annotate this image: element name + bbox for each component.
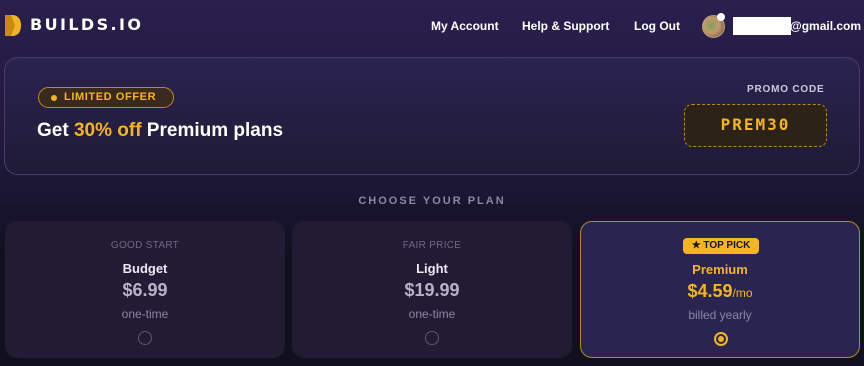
plan-tag: GOOD START <box>110 240 180 251</box>
plan-price: $6.99 <box>122 280 168 300</box>
promo-banner: LIMITED OFFER Get 30% off Premium plans … <box>4 57 860 175</box>
plan-billing: billed yearly <box>688 308 752 322</box>
plan-name: Premium <box>692 262 748 277</box>
avatar-status-dot <box>717 13 725 21</box>
banner-title-highlight: 30% off <box>73 120 142 141</box>
plan-radio-budget[interactable] <box>138 331 152 345</box>
promo-code-label: PROMO CODE <box>747 84 825 95</box>
limited-offer-badge: LIMITED OFFER <box>38 87 174 108</box>
plan-radio-premium[interactable] <box>714 332 728 346</box>
plan-billing: one-time <box>121 307 169 321</box>
plan-radio-light[interactable] <box>425 331 439 345</box>
plan-price-amount: $4.59 <box>687 281 733 301</box>
top-header: BUILDS.IO My Account Help & Support Log … <box>0 0 864 54</box>
limited-offer-label: LIMITED OFFER <box>64 91 157 103</box>
builds-logo-icon[interactable] <box>5 15 21 36</box>
promo-code-box[interactable]: PREM30 <box>684 104 827 147</box>
email-redaction <box>733 17 791 35</box>
plan-tag: FAIR PRICE <box>402 240 462 251</box>
nav-my-account[interactable]: My Account <box>431 19 499 33</box>
banner-title-pre: Get <box>37 120 74 141</box>
nav-log-out[interactable]: Log Out <box>634 19 680 33</box>
nav-help-support[interactable]: Help & Support <box>522 19 609 33</box>
plan-name: Light <box>416 261 448 276</box>
badge-dot-icon <box>51 95 57 101</box>
brand-name[interactable]: BUILDS.IO <box>30 15 143 34</box>
plan-card-premium[interactable]: ★ TOP PICK Premium $4.59/mo billed yearl… <box>580 221 860 358</box>
choose-plan-heading: CHOOSE YOUR PLAN <box>358 195 506 207</box>
plan-card-light[interactable]: FAIR PRICE Light $19.99 one-time <box>292 221 572 358</box>
top-pick-badge: ★ TOP PICK <box>683 238 759 254</box>
plan-billing: one-time <box>408 307 456 321</box>
banner-title: Get 30% off Premium plans <box>37 120 283 142</box>
user-email[interactable]: @gmail.com <box>790 19 861 33</box>
banner-title-post: Premium plans <box>141 120 284 141</box>
plan-price: $19.99 <box>404 280 460 300</box>
plan-name: Budget <box>122 261 168 276</box>
plan-price-period: /mo <box>732 286 753 300</box>
plan-card-budget[interactable]: GOOD START Budget $6.99 one-time <box>5 221 285 358</box>
plan-price: $4.59/mo <box>581 281 859 302</box>
